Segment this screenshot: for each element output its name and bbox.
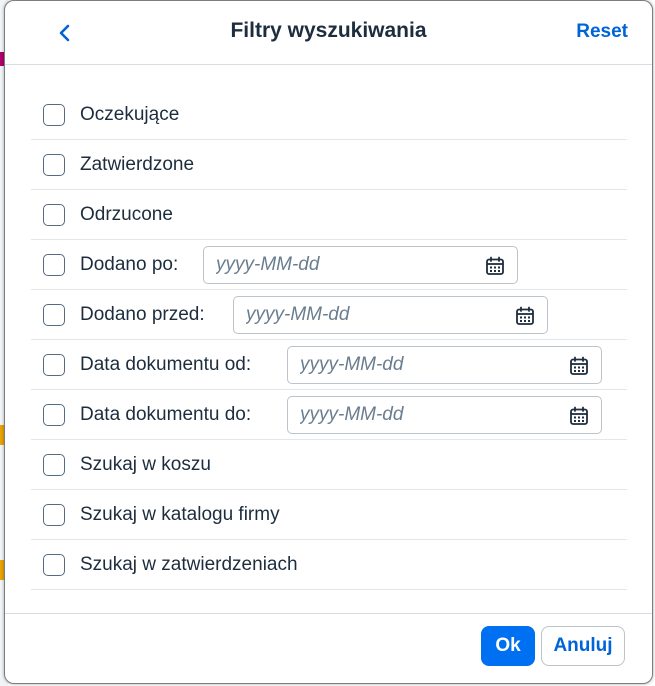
calendar-icon[interactable] bbox=[515, 306, 535, 326]
search-trash-checkbox[interactable] bbox=[43, 453, 65, 476]
filter-row-search-trash: Szukaj w koszu bbox=[31, 440, 627, 490]
added-before-date-input[interactable] bbox=[234, 297, 503, 333]
doc-date-from-date-input[interactable] bbox=[288, 347, 557, 383]
pending-label: Oczekujące bbox=[80, 103, 180, 125]
filter-row-added-after: Dodano po: bbox=[31, 240, 627, 290]
reset-button[interactable]: Reset bbox=[576, 21, 628, 43]
added-before-date-field[interactable] bbox=[233, 296, 548, 334]
filter-row-doc-date-to: Data dokumentu do: bbox=[31, 390, 627, 440]
dialog-footer: Ok Anuluj bbox=[5, 613, 652, 683]
search-trash-label: Szukaj w koszu bbox=[80, 453, 211, 475]
dialog-header: Filtry wyszukiwania Reset bbox=[5, 1, 652, 65]
approved-label: Zatwierdzone bbox=[80, 153, 195, 175]
search-company-catalog-label: Szukaj w katalogu firmy bbox=[80, 503, 280, 525]
doc-date-to-label: Data dokumentu do: bbox=[80, 403, 252, 425]
doc-date-to-date-input[interactable] bbox=[288, 397, 557, 433]
filter-list: Oczekujące Zatwierdzone Odrzucone Dodano… bbox=[31, 90, 627, 590]
filter-row-approved: Zatwierdzone bbox=[31, 140, 627, 190]
doc-date-from-label: Data dokumentu od: bbox=[80, 353, 252, 375]
search-approvals-label: Szukaj w zatwierdzeniach bbox=[80, 553, 298, 575]
search-filters-dialog: Filtry wyszukiwania Reset Oczekujące Zat… bbox=[4, 0, 653, 684]
calendar-icon[interactable] bbox=[569, 406, 589, 426]
cancel-button[interactable]: Anuluj bbox=[541, 626, 625, 666]
filter-row-search-company-catalog: Szukaj w katalogu firmy bbox=[31, 490, 627, 540]
added-after-date-field[interactable] bbox=[203, 246, 518, 284]
search-company-catalog-checkbox[interactable] bbox=[43, 503, 65, 526]
doc-date-from-date-field[interactable] bbox=[287, 346, 602, 384]
filter-row-pending: Oczekujące bbox=[31, 90, 627, 140]
doc-date-to-checkbox[interactable] bbox=[43, 403, 65, 426]
added-after-date-input[interactable] bbox=[204, 247, 473, 283]
doc-date-from-checkbox[interactable] bbox=[43, 353, 65, 376]
calendar-icon[interactable] bbox=[569, 356, 589, 376]
ok-button[interactable]: Ok bbox=[481, 626, 535, 666]
pending-checkbox[interactable] bbox=[43, 103, 65, 126]
added-before-label: Dodano przed: bbox=[80, 303, 205, 325]
approved-checkbox[interactable] bbox=[43, 153, 65, 176]
calendar-icon[interactable] bbox=[485, 256, 505, 276]
filter-row-rejected: Odrzucone bbox=[31, 190, 627, 240]
added-before-checkbox[interactable] bbox=[43, 303, 65, 326]
filter-row-doc-date-from: Data dokumentu od: bbox=[31, 340, 627, 390]
rejected-label: Odrzucone bbox=[80, 203, 173, 225]
filter-row-search-approvals: Szukaj w zatwierdzeniach bbox=[31, 540, 627, 590]
search-approvals-checkbox[interactable] bbox=[43, 553, 65, 576]
filter-row-added-before: Dodano przed: bbox=[31, 290, 627, 340]
doc-date-to-date-field[interactable] bbox=[287, 396, 602, 434]
added-after-label: Dodano po: bbox=[80, 253, 179, 275]
added-after-checkbox[interactable] bbox=[43, 253, 65, 276]
dialog-title: Filtry wyszukiwania bbox=[230, 19, 427, 42]
rejected-checkbox[interactable] bbox=[43, 203, 65, 226]
